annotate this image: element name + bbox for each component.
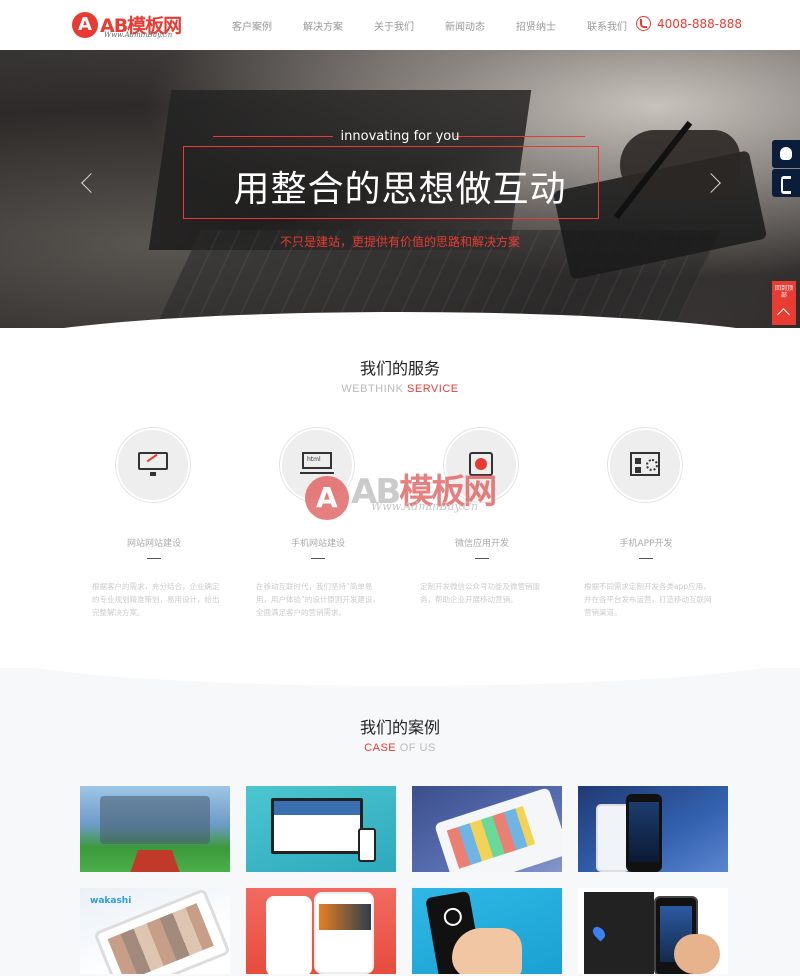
service-name: 微信应用开发 <box>454 539 509 549</box>
banner-headline: 用整合的思想做互动 <box>233 169 567 210</box>
phone-icon <box>636 16 651 31</box>
case-thumbnail[interactable] <box>80 786 230 872</box>
service-icon-circle <box>608 428 682 502</box>
banner-tagline: innovating for you <box>340 129 460 144</box>
case-thumbnail[interactable] <box>412 786 562 872</box>
banner-slogan: 不只是建站，更提供有价值的思路和解决方案 <box>279 235 520 249</box>
hotline: 4008-888-888 <box>636 16 742 31</box>
logo-mark-icon <box>72 12 98 38</box>
watermark-logo: AB模板网 Www.AdminBuy.Cn <box>305 450 505 530</box>
frame-line <box>183 146 599 147</box>
side-phone-icon[interactable] <box>772 169 800 197</box>
services-subtitle-prefix: WEBTHINK <box>341 383 404 395</box>
site-logo[interactable]: AB模板网 Www.AdminBuy.Cn <box>72 12 192 40</box>
service-divider <box>639 558 653 559</box>
back-to-top-label: 回到顶部 <box>774 285 793 299</box>
monitor-icon <box>138 452 168 476</box>
nav-item-solutions[interactable]: 解决方案 <box>303 18 343 33</box>
nav-item-cases[interactable]: 客户案例 <box>232 18 272 33</box>
service-name: 网站网站建设 <box>126 539 181 549</box>
hotline-number: 4008-888-888 <box>657 16 743 31</box>
nav-item-about[interactable]: 关于我们 <box>374 18 414 33</box>
service-desc: 在移动互联时代，我们坚持“简单易用，用户体验”的设计原则开发建设，全面满足客户的… <box>256 582 380 617</box>
cases-subtitle-highlight: CASE <box>364 742 397 754</box>
frame-line <box>183 218 599 219</box>
main-nav: 客户案例 解决方案 关于我们 新闻动态 招贤纳士 联系我们 <box>232 18 658 33</box>
nav-item-news[interactable]: 新闻动态 <box>445 18 485 33</box>
service-name: 手机APP开发 <box>619 539 673 549</box>
app-icon <box>630 452 660 476</box>
hero-banner: innovating for you 用整合的思想做互动 不只是建站，更提供有价… <box>0 50 800 328</box>
site-header: AB模板网 Www.AdminBuy.Cn 客户案例 解决方案 关于我们 新闻动… <box>0 0 800 50</box>
back-to-top-button[interactable]: 回到顶部 <box>772 281 796 325</box>
service-divider <box>475 558 489 559</box>
cases-title: 我们的案例 <box>359 718 440 737</box>
services-subtitle: WEBTHINK SERVICE <box>0 383 800 395</box>
chevron-up-icon <box>777 308 790 321</box>
case-thumbnail[interactable]: wakashi <box>80 888 230 974</box>
case-thumbnail[interactable] <box>412 888 562 974</box>
service-desc: 定制开发微信公众号功能及微营销服务，帮助企业开展移动营销。 <box>420 582 540 604</box>
qq-icon[interactable] <box>772 140 800 168</box>
service-divider <box>147 558 161 559</box>
watermark-url: Www.AdminBuy.Cn <box>371 500 479 513</box>
case-thumbnail[interactable] <box>578 888 728 974</box>
logo-subtext: Www.AdminBuy.Cn <box>104 31 173 39</box>
nav-item-jobs[interactable]: 招贤纳士 <box>516 18 556 33</box>
nav-item-contact[interactable]: 联系我们 <box>587 18 627 33</box>
service-name: 手机网站建设 <box>290 539 345 549</box>
service-desc: 根据客户的需求，充分结合，企业确定的专业规划精准策划，易用设计，给出完整解决方案… <box>92 582 220 617</box>
service-desc: 根据不同需求定制开发各类app应用，并在各平台发布运营，打造移动互联网营销渠道。 <box>584 582 712 617</box>
service-divider <box>311 558 325 559</box>
service-icon-circle <box>116 428 190 502</box>
case-brand-text: wakashi <box>90 896 132 906</box>
case-thumbnail[interactable] <box>246 786 396 872</box>
services-title: 我们的服务 <box>359 359 440 378</box>
services-subtitle-highlight: SERVICE <box>407 383 459 395</box>
watermark-mark-icon <box>305 476 349 520</box>
cases-subtitle-rest: OF US <box>399 742 436 754</box>
cases-subtitle: CASE OF US <box>0 742 800 754</box>
case-thumbnail[interactable] <box>246 888 396 974</box>
case-thumbnail[interactable] <box>578 786 728 872</box>
